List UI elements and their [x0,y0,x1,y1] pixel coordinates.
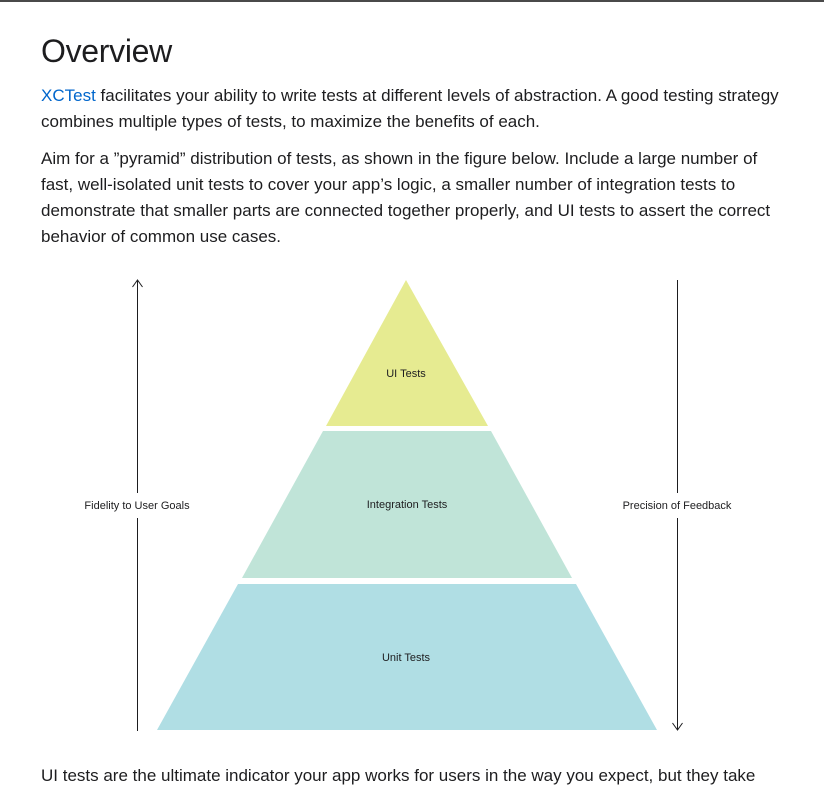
right-axis-label: Precision of Feedback [623,500,732,512]
test-pyramid-figure: UI Tests Integration Tests Unit Tests Fi… [0,270,824,740]
top-divider [0,0,824,2]
integration-tests-label: Integration Tests [367,499,448,511]
pyramid-paragraph: Aim for a ”pyramid” distribution of test… [41,149,771,246]
intro-paragraph-text: facilitates your ability to write tests … [41,86,779,131]
ui-tests-paragraph: UI tests are the ultimate indicator your… [41,766,756,785]
left-axis-label: Fidelity to User Goals [84,500,190,512]
ui-tests-label: UI Tests [386,368,426,380]
page-title: Overview [41,33,172,69]
unit-tests-label: Unit Tests [382,652,431,664]
xctest-link[interactable]: XCTest [41,86,96,105]
intro-paragraph: XCTest facilitates your ability to write… [41,83,781,135]
article-content: Overview XCTest facilitates your ability… [41,30,781,250]
ui-tests-tier [326,280,488,426]
